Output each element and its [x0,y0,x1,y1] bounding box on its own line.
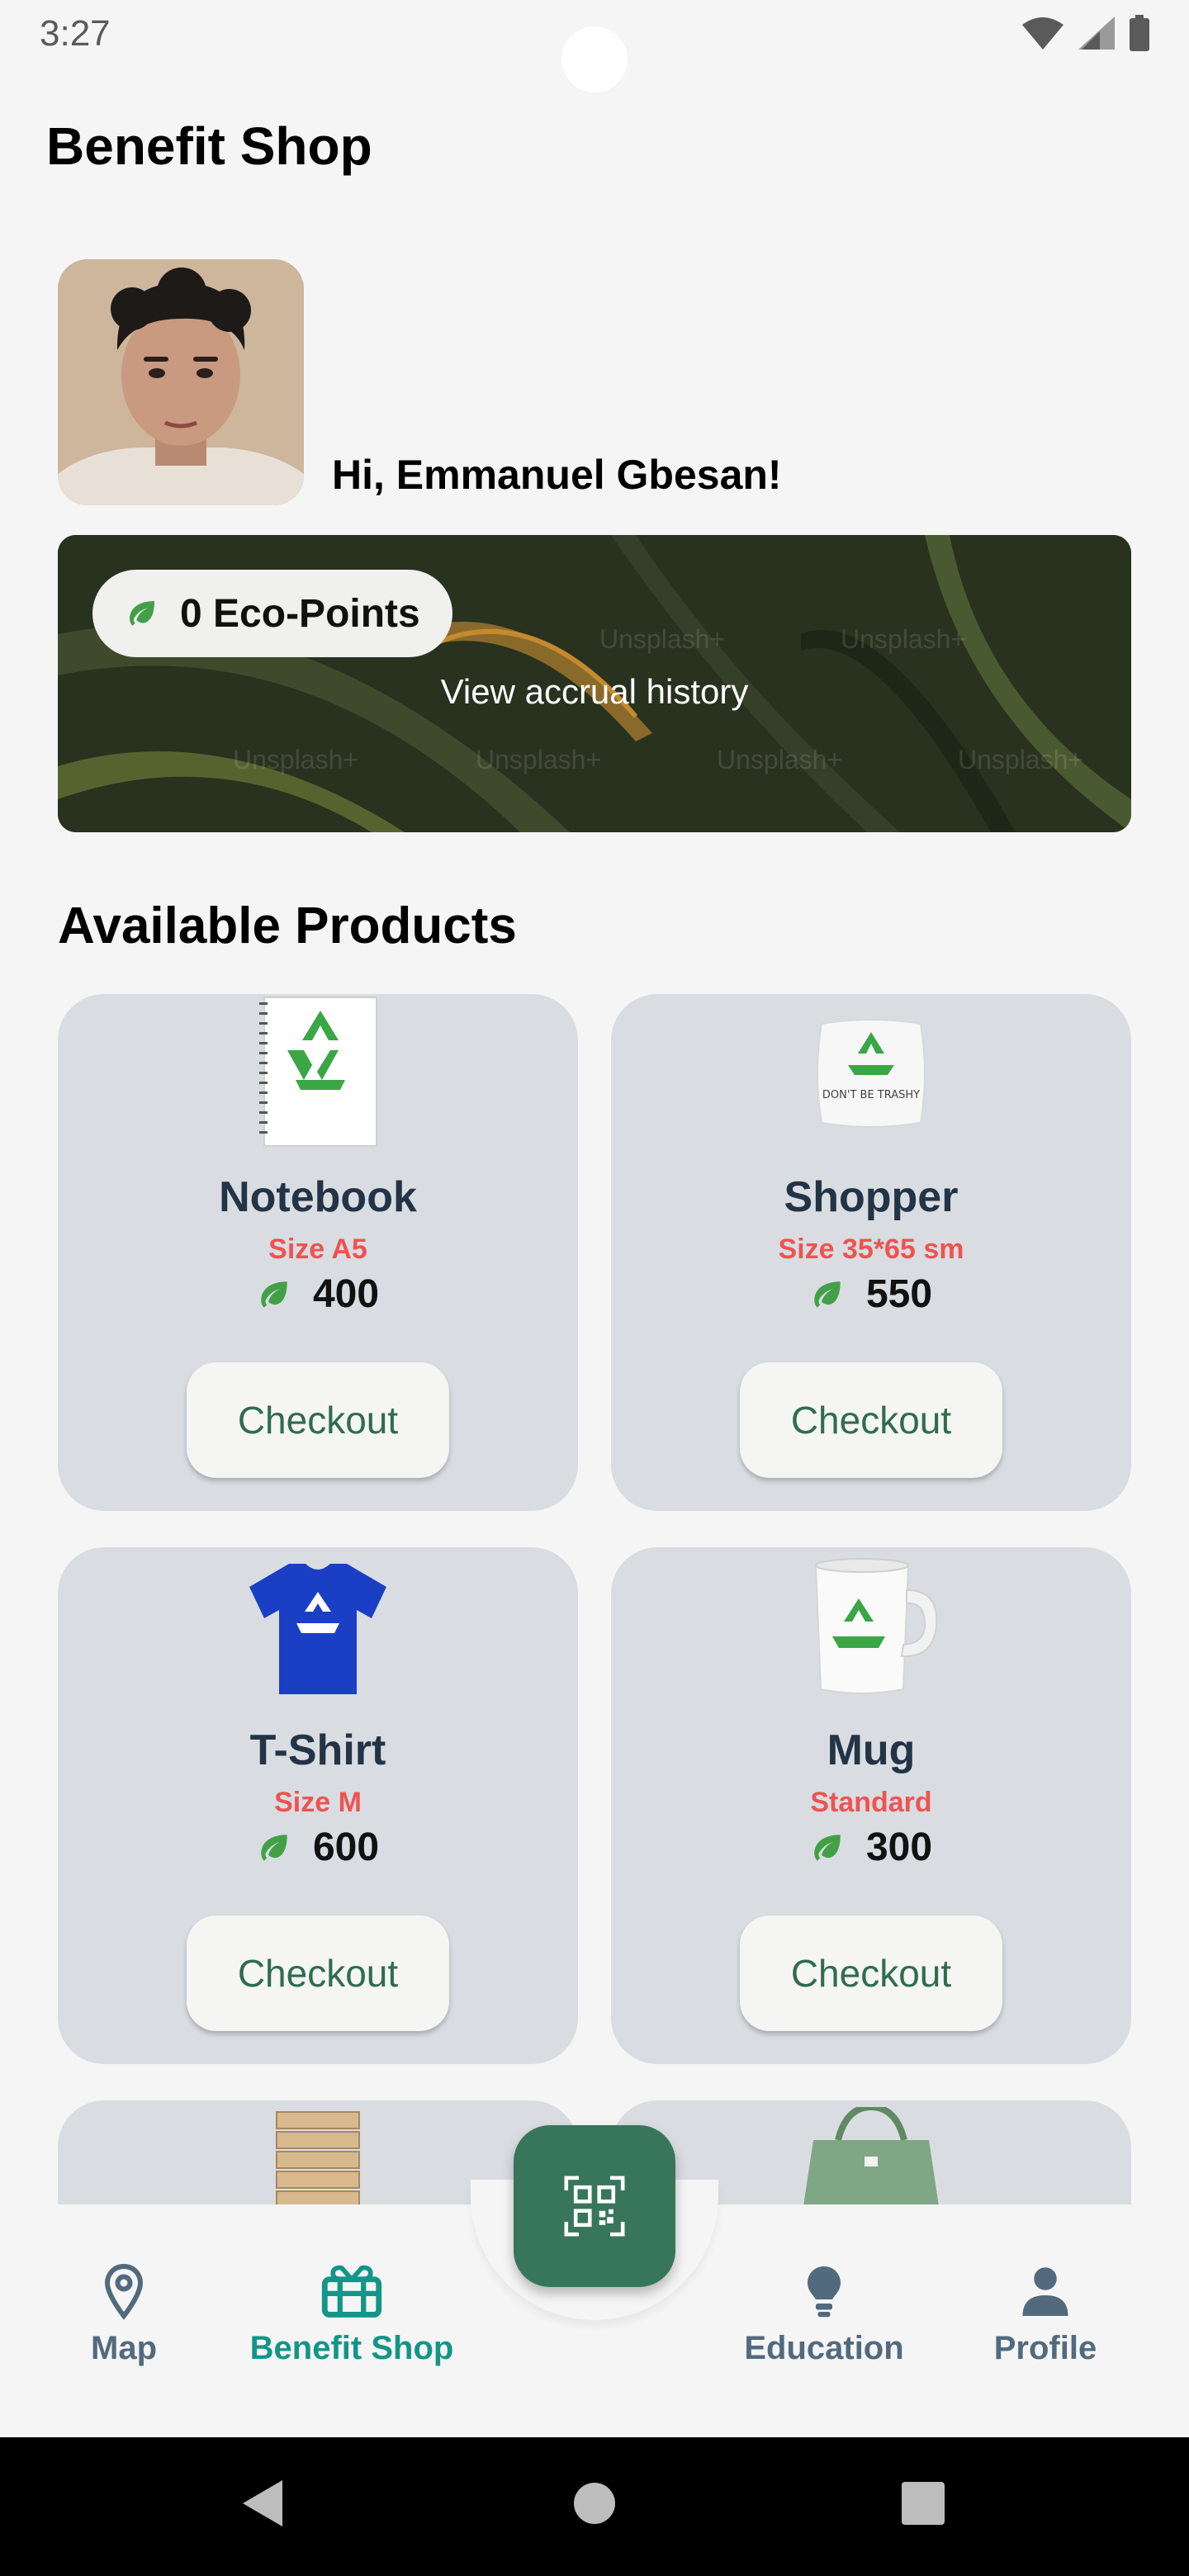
product-size: Standard [810,1787,932,1818]
watermark-text: Unsplash+ [233,745,359,774]
system-navigation-bar [0,2437,1189,2576]
eco-points-pill[interactable]: 0 Eco-Points [92,570,452,657]
product-price: 400 [312,1272,380,1316]
checkout-button[interactable]: Checkout [187,1915,449,2031]
product-card-shopper[interactable]: DON'T BE TRASHY Shopper Size 35*65 sm 55… [611,994,1131,1511]
pillow-shopper-image: DON'T BE TRASHY [817,1019,926,1128]
product-price-row: 400 [58,1271,578,1317]
product-size: Size M [274,1787,362,1818]
qr-scan-fab[interactable] [514,2125,675,2287]
product-size: Size 35*65 sm [778,1234,964,1265]
user-greeting: Hi, Emmanuel Gbesan! [332,452,782,498]
qr-code-scan-icon [564,2176,625,2237]
pillow-text: DON'T BE TRASHY [822,1089,920,1101]
gift-icon [321,2265,382,2318]
product-size: Size A5 [268,1234,367,1265]
green-tote-bag-image [803,2107,939,2204]
back-icon[interactable] [241,2479,284,2528]
tshirt-recycle-image [249,1564,386,1694]
product-card-tshirt[interactable]: T-Shirt Size M 600 Checkout [58,1547,578,2064]
watermark-text: Unsplash+ [599,624,726,654]
leaf-icon [130,601,154,626]
product-grid: Notebook Size A5 400 Checkout DON'T BE T… [58,994,1131,2204]
nav-item-benefit-shop[interactable]: Benefit Shop [228,2262,476,2367]
home-icon[interactable] [573,2479,616,2528]
status-bar: 3:27 [0,0,1189,92]
nav-label: Education [744,2330,904,2366]
eco-points-banner[interactable]: Unsplash+ Unsplash+ Unsplash+ Unsplash+ … [58,535,1131,832]
product-card-mug[interactable]: Mug Standard 300 Checkout [611,1547,1131,2064]
battery-icon [1130,15,1149,51]
product-card-notebook[interactable]: Notebook Size A5 400 Checkout [58,994,578,1511]
lightbulb-icon [808,2266,841,2318]
nav-label: Map [91,2330,157,2366]
product-price: 600 [312,1825,380,1869]
leaf-icon [261,1834,287,1861]
watermark-text: Unsplash+ [717,745,843,774]
watermark-text: Unsplash+ [958,745,1084,774]
available-products-heading: Available Products [58,897,517,954]
camera-cutout [561,26,628,92]
map-pin-icon [104,2263,144,2320]
status-icons [1022,15,1149,51]
watermark-text: Unsplash+ [841,624,967,654]
avatar[interactable] [58,259,304,505]
person-icon [1022,2267,1068,2316]
eco-points-label: 0 Eco-Points [180,591,420,636]
product-price-row: 600 [58,1825,578,1870]
product-price-row: 300 [611,1825,1131,1870]
wifi-icon [1022,17,1063,50]
product-name: Mug [827,1726,916,1774]
leaf-icon [814,1834,841,1861]
leaf-icon [814,1281,841,1308]
signal-icon [1078,17,1115,50]
mug-recycle-image [814,1558,938,1694]
product-price-row: 550 [611,1271,1131,1317]
notebook-recycle-image [259,997,377,1147]
nav-label: Profile [993,2330,1097,2366]
recents-icon[interactable] [902,2479,945,2528]
product-name: Notebook [219,1173,417,1221]
checkout-button[interactable]: Checkout [187,1362,449,1478]
leaf-icon [261,1281,287,1308]
checkout-button[interactable]: Checkout [740,1362,1002,1478]
product-price: 300 [865,1825,933,1869]
nav-item-education[interactable]: Education [700,2262,948,2367]
product-price: 550 [865,1272,933,1316]
page-title: Benefit Shop [46,116,372,176]
wooden-blocks-image [276,2111,360,2204]
nav-item-profile[interactable]: Profile [921,2262,1169,2367]
product-name: T-Shirt [249,1726,386,1774]
nav-item-map[interactable]: Map [0,2262,248,2367]
view-accrual-history-link[interactable]: View accrual history [58,672,1131,712]
checkout-button[interactable]: Checkout [740,1915,1002,2031]
product-name: Shopper [784,1173,959,1221]
nav-label: Benefit Shop [249,2330,454,2366]
status-time: 3:27 [40,13,111,54]
watermark-text: Unsplash+ [476,745,602,774]
